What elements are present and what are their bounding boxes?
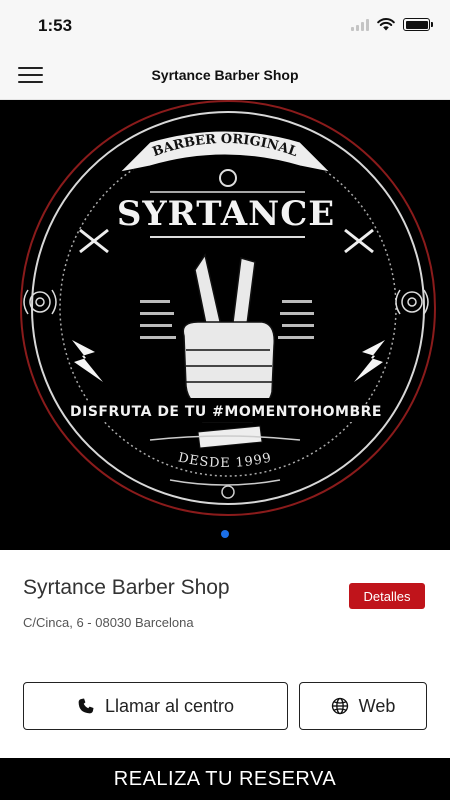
svg-text:DESDE 1999: DESDE 1999: [177, 450, 274, 471]
cellular-signal-icon: [351, 18, 369, 31]
shop-address: C/Cinca, 6 - 08030 Barcelona: [23, 615, 194, 630]
navigation-bar: Syrtance Barber Shop: [0, 50, 450, 100]
logo-brand-text: SYRTANCE: [117, 194, 335, 234]
logo-tagline-text: DISFRUTA DE TU #MOMENTOHOMBRE: [70, 404, 382, 420]
shop-logo-image[interactable]: BARBER ORIGINAL SYRTANCE DISFRUTA DE TU …: [0, 100, 450, 550]
status-icons: [351, 18, 433, 31]
book-appointment-button[interactable]: REALIZA TU RESERVA: [0, 758, 450, 800]
web-button-label: Web: [358, 695, 396, 716]
details-button[interactable]: Detalles: [349, 583, 425, 609]
carousel-dot-active[interactable]: [221, 530, 229, 538]
globe-icon: [331, 697, 349, 715]
carousel-page-indicator[interactable]: [0, 530, 450, 538]
phone-icon: [77, 697, 95, 715]
syrtance-logo-graphic: BARBER ORIGINAL SYRTANCE DISFRUTA DE TU …: [20, 100, 436, 516]
wifi-icon: [377, 18, 395, 31]
page-title: Syrtance Barber Shop: [151, 67, 299, 83]
logo-since-text: DESDE 1999: [177, 450, 273, 471]
status-bar: 1:53: [0, 0, 450, 50]
web-button[interactable]: Web: [299, 682, 427, 730]
shop-name: Syrtance Barber Shop: [23, 576, 230, 599]
battery-icon: [403, 18, 433, 31]
call-center-button[interactable]: Llamar al centro: [23, 682, 288, 730]
status-time: 1:53: [38, 16, 73, 35]
call-button-label: Llamar al centro: [104, 695, 235, 716]
